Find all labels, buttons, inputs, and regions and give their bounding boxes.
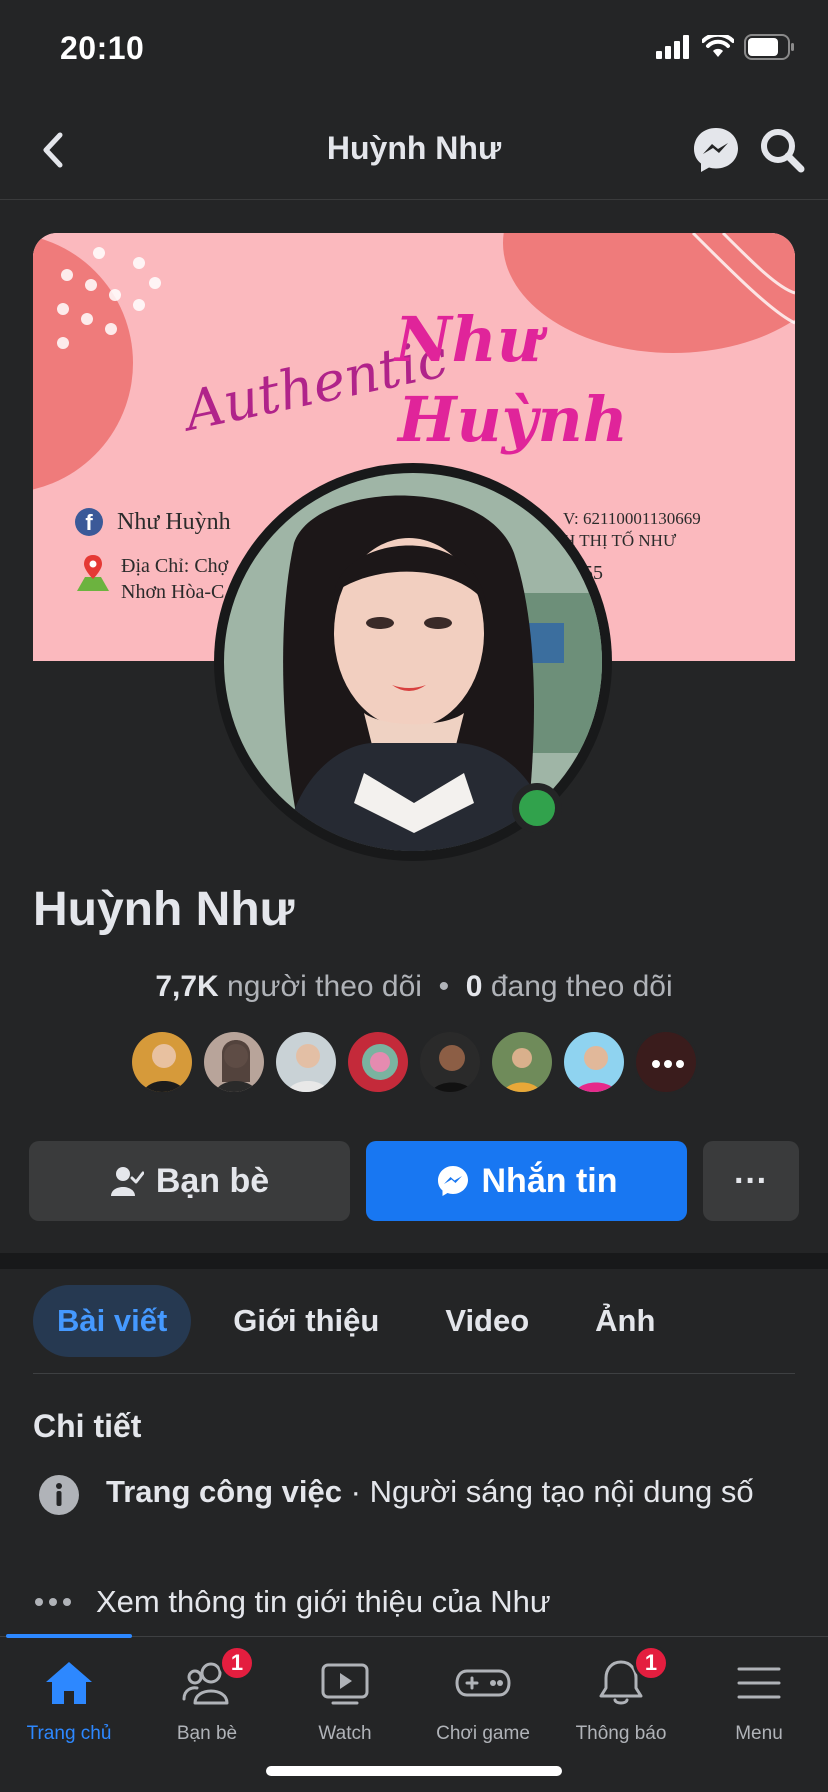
cover-bank-line: V: 62110001130669	[563, 509, 701, 528]
friends-button-label: Bạn bè	[155, 1161, 270, 1200]
work-page-value: · Người sáng tạo nội dung số	[342, 1474, 754, 1509]
cover-name-line1: Như	[395, 303, 542, 376]
messenger-icon	[437, 1166, 468, 1196]
messenger-button[interactable]	[690, 124, 742, 176]
more-dots-icon	[35, 1598, 71, 1606]
bottom-tab-notifications-label: Thông báo	[575, 1723, 667, 1744]
see-about-info-link[interactable]: Xem thông tin giới thiệu của Như	[34, 1584, 551, 1620]
friend-avatar[interactable]	[274, 1030, 338, 1094]
notifications-badge: 1	[633, 1645, 669, 1681]
more-actions-button[interactable]: ···	[703, 1141, 799, 1221]
signal-icon	[656, 34, 692, 64]
details-title: Chi tiết	[33, 1408, 142, 1444]
info-icon	[39, 1475, 79, 1515]
home-icon	[46, 1662, 92, 1704]
follow-stats: 7,7K người theo dõi • 0 đang theo dõi	[0, 970, 828, 1004]
friend-avatar[interactable]	[418, 1030, 482, 1094]
detail-work-page: Trang công việc · Người sáng tạo nội dun…	[38, 1472, 798, 1516]
cover-fb-name: Như Huỳnh	[117, 508, 231, 535]
bottom-tab-notifications[interactable]: 1 Thông báo	[552, 1645, 690, 1745]
tabs-divider	[33, 1373, 795, 1374]
tab-about[interactable]: Giới thiệu	[209, 1285, 403, 1357]
battery-icon	[744, 33, 796, 65]
cover-address-line2: Nhơn Hòa-C	[121, 581, 225, 603]
friend-avatar[interactable]	[346, 1030, 410, 1094]
online-status-dot	[512, 783, 562, 833]
friends-badge: 1	[219, 1645, 255, 1681]
status-time: 20:10	[60, 30, 145, 66]
followers-count[interactable]: 7,7K	[155, 970, 218, 1003]
profile-tabs: Bài viết Giới thiệu Video Ảnh	[33, 1285, 697, 1357]
tab-photos[interactable]: Ảnh	[571, 1285, 679, 1357]
active-tab-indicator	[6, 1634, 132, 1638]
friend-check-icon	[110, 1167, 144, 1196]
bottom-tab-home[interactable]: Trang chủ	[0, 1655, 138, 1745]
friend-avatar[interactable]	[130, 1030, 194, 1094]
friend-avatar[interactable]	[202, 1030, 266, 1094]
cover-name-line2: Huỳnh	[398, 383, 628, 456]
bottom-tab-watch-label: Watch	[318, 1723, 372, 1744]
follow-separator: •	[438, 970, 450, 1003]
message-button[interactable]: Nhắn tin	[366, 1141, 687, 1221]
search-icon	[761, 129, 805, 173]
see-all-friends-button[interactable]	[634, 1030, 698, 1094]
more-dots-icon	[636, 1032, 696, 1092]
cover-facebook-line: f Như Huỳnh	[75, 508, 231, 536]
followers-label[interactable]: người theo dõi	[227, 970, 422, 1003]
status-bar: 20:10	[0, 0, 828, 100]
bottom-tab-watch[interactable]: Watch	[276, 1655, 414, 1745]
see-about-info-label: Xem thông tin giới thiệu của Như	[96, 1584, 551, 1619]
friends-button[interactable]: Bạn bè	[29, 1141, 350, 1221]
cover-address: Địa Chỉ: Chợ Nhơn Hòa-C	[75, 553, 228, 605]
profile-actions: Bạn bè Nhắn tin ···	[29, 1141, 799, 1221]
bottom-tab-friends[interactable]: 1 Bạn bè	[138, 1645, 276, 1745]
tab-posts[interactable]: Bài viết	[33, 1285, 192, 1357]
cover-owner-line: H THỊ TỐ NHƯ	[563, 531, 677, 550]
messenger-icon	[694, 128, 738, 172]
home-indicator[interactable]	[266, 1766, 562, 1776]
following-label[interactable]: đang theo dõi	[491, 970, 673, 1003]
friends-preview	[130, 1030, 698, 1094]
friend-avatar[interactable]	[562, 1030, 626, 1094]
bottom-tab-menu-label: Menu	[735, 1723, 783, 1744]
following-count[interactable]: 0	[466, 970, 483, 1003]
search-button[interactable]	[756, 124, 808, 176]
profile-name: Huỳnh Như	[33, 883, 295, 936]
section-divider	[0, 1253, 828, 1269]
top-nav-bar: Huỳnh Như	[0, 100, 828, 200]
bottom-tab-gaming-label: Chơi game	[436, 1723, 530, 1744]
bottom-tab-menu[interactable]: Menu	[690, 1655, 828, 1745]
status-icons	[656, 32, 796, 65]
message-button-label: Nhắn tin	[481, 1161, 618, 1200]
facebook-icon: f	[75, 508, 103, 536]
watch-icon	[321, 1663, 369, 1705]
friend-avatar[interactable]	[490, 1030, 554, 1094]
tab-videos[interactable]: Video	[421, 1285, 553, 1357]
bottom-tab-gaming[interactable]: Chơi game	[414, 1655, 552, 1745]
gamepad-icon	[455, 1669, 511, 1697]
bottom-tab-home-label: Trang chủ	[26, 1723, 112, 1744]
wifi-icon	[701, 32, 735, 64]
bottom-tab-friends-label: Bạn bè	[176, 1723, 238, 1744]
work-page-label: Trang công việc	[106, 1474, 343, 1509]
menu-icon	[737, 1667, 781, 1699]
map-pin-icon	[77, 555, 109, 591]
cover-address-line1: Địa Chỉ: Chợ	[121, 555, 229, 577]
more-actions-label: ···	[734, 1161, 768, 1200]
